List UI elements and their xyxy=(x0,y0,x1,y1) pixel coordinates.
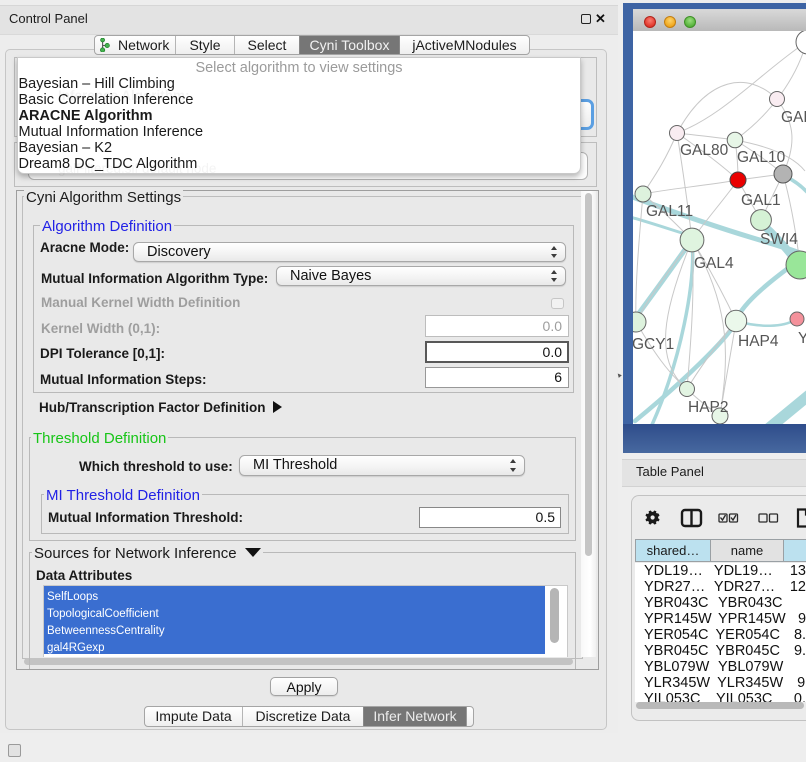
svg-text:GAL4: GAL4 xyxy=(694,255,734,272)
svg-text:GAL1: GAL1 xyxy=(741,192,781,209)
svg-text:HAP2: HAP2 xyxy=(688,399,729,416)
svg-text:GCY1: GCY1 xyxy=(633,336,674,353)
svg-text:Y: Y xyxy=(798,330,806,347)
svg-text:GAL10: GAL10 xyxy=(737,149,786,166)
svg-text:GAL80: GAL80 xyxy=(680,142,729,159)
svg-text:HAP4: HAP4 xyxy=(738,333,779,350)
svg-text:SWI4: SWI4 xyxy=(760,231,798,248)
svg-text:GAL7: GAL7 xyxy=(781,109,806,126)
svg-text:GAL11: GAL11 xyxy=(646,203,693,220)
